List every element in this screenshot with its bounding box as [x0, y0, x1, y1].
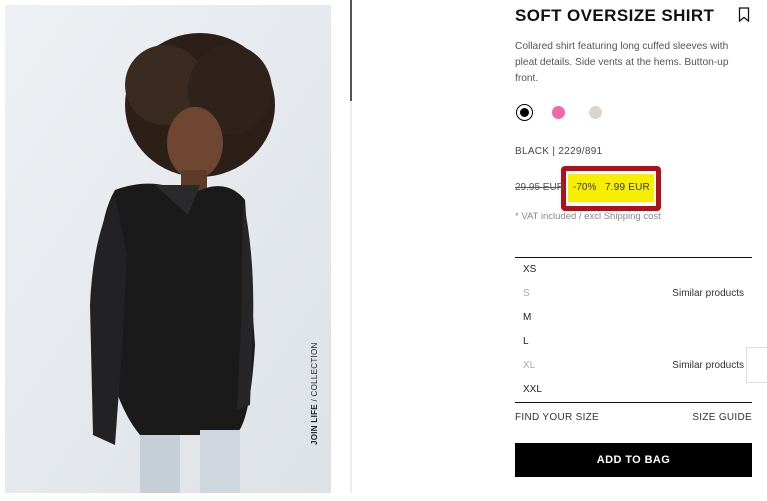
size-option-m[interactable]: M — [515, 306, 752, 330]
size-label: L — [523, 336, 529, 347]
bookmark-icon[interactable] — [738, 7, 750, 22]
size-label: S — [523, 288, 530, 299]
caption-rest: / COLLECTION — [310, 342, 319, 405]
size-guide-link[interactable]: SIZE GUIDE — [692, 412, 752, 423]
product-title: SOFT OVERSIZE SHIRT — [515, 6, 715, 25]
similar-products-link[interactable]: Similar products — [672, 288, 744, 299]
discount-badge: -70% — [573, 182, 597, 193]
size-option-xl[interactable]: XL Similar products — [515, 354, 752, 378]
color-swatch-black[interactable] — [516, 104, 533, 121]
size-option-l[interactable]: L — [515, 330, 752, 354]
color-swatch-beige[interactable] — [589, 106, 602, 119]
color-swatch-pink[interactable] — [552, 106, 565, 119]
size-option-s[interactable]: S Similar products — [515, 282, 752, 306]
product-description: Collared shirt featuring long cuffed sle… — [515, 41, 729, 84]
size-label: XL — [523, 360, 536, 371]
find-your-size-link[interactable]: FIND YOUR SIZE — [515, 412, 599, 423]
image-scroll-thumb[interactable] — [350, 0, 352, 101]
product-image[interactable]: JOIN LIFE / COLLECTION — [5, 5, 331, 493]
similar-products-link[interactable]: Similar products — [672, 360, 744, 371]
size-label: XS — [523, 264, 537, 275]
old-price: 29.95 EUR — [515, 182, 564, 193]
model-photo — [5, 5, 331, 493]
add-to-bag-button[interactable]: ADD TO BAG — [515, 443, 752, 477]
vat-note: * VAT included / excl Shipping cost — [515, 211, 661, 222]
caption-bold: JOIN LIFE — [310, 404, 319, 445]
collection-caption: JOIN LIFE / COLLECTION — [310, 342, 319, 445]
color-code: BLACK | 2229/891 — [515, 146, 603, 157]
size-option-xxl[interactable]: XXL — [515, 378, 752, 402]
size-option-xs[interactable]: XS — [515, 258, 752, 282]
side-panel-tab[interactable] — [746, 347, 767, 383]
size-label: M — [523, 312, 532, 323]
size-label: XXL — [523, 384, 542, 395]
size-selector: XS S Similar products M L XL Similar pro… — [515, 257, 752, 403]
sale-price: 7.99 EUR — [605, 182, 650, 193]
